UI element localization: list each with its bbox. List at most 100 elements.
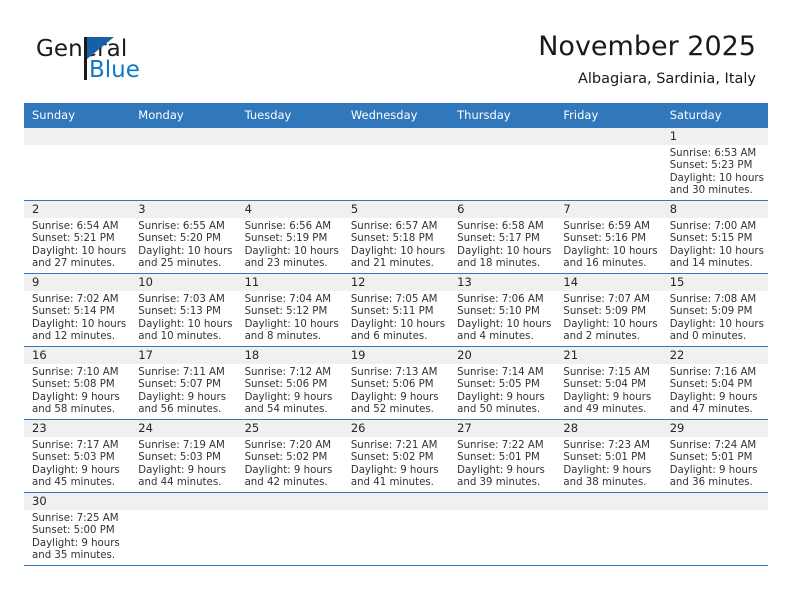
sunrise-text: Sunrise: 6:57 AM: [350, 221, 438, 232]
calendar-empty-cell: [555, 492, 662, 566]
calendar-day-cell[interactable]: 26 Sunrise: 7:21 AM Sunset: 5:02 PM Dayligh…: [342, 419, 450, 493]
sunset-text: Sunset: 5:20 PM: [138, 233, 221, 245]
sunrise-text: Sunrise: 7:15 AM: [563, 367, 650, 378]
calendar-day-cell[interactable]: 5 Sunrise: 6:57 AM Sunset: 5:18 PM Daylight…: [342, 200, 450, 274]
day-details: Sunrise: 7:10 AM Sunset: 5:08 PM Daylight:…: [24, 364, 130, 417]
sunrise-text: Sunrise: 7:25 AM: [32, 513, 119, 524]
daylight-text-line1: Daylight: 9 hours: [244, 391, 333, 403]
daylight-text-line2: and 38 minutes.: [563, 477, 647, 489]
weekday-header-sunday: Sunday: [24, 103, 131, 128]
day-number: 6: [449, 201, 556, 218]
day-details: Sunrise: 6:55 AM Sunset: 5:20 PM Daylight:…: [130, 218, 236, 271]
daylight-text-line2: and 8 minutes.: [244, 331, 322, 343]
day-details: Sunrise: 7:11 AM Sunset: 5:07 PM Daylight:…: [130, 364, 236, 417]
calendar-day-cell[interactable]: 15 Sunrise: 7:08 AM Sunset: 5:09 PM Dayligh…: [661, 273, 768, 347]
calendar-day-cell[interactable]: 18 Sunrise: 7:12 AM Sunset: 5:06 PM Dayligh…: [236, 346, 343, 420]
sunrise-text: Sunrise: 7:05 AM: [350, 294, 438, 305]
day-number: 7: [555, 201, 662, 218]
sunset-text: Sunset: 5:02 PM: [244, 452, 328, 464]
daylight-text-line1: Daylight: 10 hours: [669, 245, 764, 257]
calendar-day-cell[interactable]: 14 Sunrise: 7:07 AM Sunset: 5:09 PM Dayligh…: [555, 273, 662, 347]
sunrise-sunset-calendar: Sunday Monday Tuesday Wednesday Thursday…: [24, 103, 768, 566]
calendar-day-cell[interactable]: 23 Sunrise: 7:17 AM Sunset: 5:03 PM Dayligh…: [24, 419, 131, 493]
day-details: Sunrise: 7:12 AM Sunset: 5:06 PM Daylight:…: [237, 364, 343, 417]
daylight-text-line1: Daylight: 10 hours: [244, 318, 339, 330]
daylight-text-line2: and 27 minutes.: [32, 258, 116, 270]
calendar-day-cell[interactable]: 25 Sunrise: 7:20 AM Sunset: 5:02 PM Dayligh…: [236, 419, 343, 493]
sunrise-text: Sunrise: 7:10 AM: [32, 367, 119, 378]
day-number: 19: [342, 347, 450, 364]
weekday-header-tuesday: Tuesday: [236, 103, 343, 128]
calendar-day-cell[interactable]: 3 Sunrise: 6:55 AM Sunset: 5:20 PM Daylight…: [130, 200, 237, 274]
day-number: 29: [661, 420, 768, 437]
calendar-day-cell[interactable]: 10 Sunrise: 7:03 AM Sunset: 5:13 PM Dayligh…: [130, 273, 237, 347]
calendar-empty-cell: [342, 127, 450, 201]
calendar-day-cell[interactable]: 9 Sunrise: 7:02 AM Sunset: 5:14 PM Daylight…: [24, 273, 131, 347]
calendar-empty-cell: [449, 127, 556, 201]
daylight-text-line2: and 39 minutes.: [457, 477, 541, 489]
calendar-day-cell[interactable]: 21 Sunrise: 7:15 AM Sunset: 5:04 PM Dayligh…: [555, 346, 662, 420]
daylight-text-line1: Daylight: 10 hours: [669, 318, 764, 330]
day-number: 4: [236, 201, 343, 218]
daylight-text-line1: Daylight: 9 hours: [457, 464, 545, 476]
calendar-empty-cell: [130, 492, 237, 566]
calendar-day-cell[interactable]: 13 Sunrise: 7:06 AM Sunset: 5:10 PM Dayligh…: [449, 273, 556, 347]
calendar-day-cell[interactable]: 1 Sunrise: 6:53 AM Sunset: 5:23 PM Daylight…: [661, 127, 768, 201]
page-subtitle: Albagiara, Sardinia, Italy: [577, 71, 756, 87]
calendar-week-row: 2 Sunrise: 6:54 AM Sunset: 5:21 PM Daylight…: [24, 200, 768, 274]
daylight-text-line1: Daylight: 9 hours: [669, 464, 758, 476]
calendar-day-cell[interactable]: 22 Sunrise: 7:16 AM Sunset: 5:04 PM Dayligh…: [661, 346, 768, 420]
daylight-text-line2: and 44 minutes.: [138, 477, 222, 489]
day-details: Sunrise: 6:53 AM Sunset: 5:23 PM Daylight:…: [662, 145, 768, 198]
general-blue-logo[interactable]: General Blue: [36, 36, 226, 88]
calendar-day-cell[interactable]: 12 Sunrise: 7:05 AM Sunset: 5:11 PM Dayligh…: [342, 273, 450, 347]
sunrise-text: Sunrise: 6:59 AM: [563, 221, 650, 232]
day-number: 17: [130, 347, 237, 364]
calendar-day-cell[interactable]: 28 Sunrise: 7:23 AM Sunset: 5:01 PM Dayligh…: [555, 419, 662, 493]
daylight-text-line1: Daylight: 10 hours: [457, 245, 552, 257]
daylight-text-line2: and 45 minutes.: [32, 477, 116, 489]
calendar-day-cell[interactable]: 19 Sunrise: 7:13 AM Sunset: 5:06 PM Dayligh…: [342, 346, 450, 420]
day-details: Sunrise: 7:19 AM Sunset: 5:03 PM Daylight:…: [130, 437, 236, 490]
sunset-text: Sunset: 5:12 PM: [244, 306, 328, 318]
day-number: 10: [130, 274, 237, 291]
calendar-empty-cell: [449, 492, 556, 566]
day-number: 23: [24, 420, 131, 437]
sunset-text: Sunset: 5:00 PM: [32, 525, 115, 537]
day-number: 1: [661, 128, 768, 145]
sunset-text: Sunset: 5:15 PM: [669, 233, 753, 245]
calendar-day-cell[interactable]: 20 Sunrise: 7:14 AM Sunset: 5:05 PM Dayligh…: [449, 346, 556, 420]
calendar-day-cell[interactable]: 24 Sunrise: 7:19 AM Sunset: 5:03 PM Dayligh…: [130, 419, 237, 493]
calendar-day-cell[interactable]: 17 Sunrise: 7:11 AM Sunset: 5:07 PM Dayligh…: [130, 346, 237, 420]
calendar-day-cell[interactable]: 16 Sunrise: 7:10 AM Sunset: 5:08 PM Dayligh…: [24, 346, 131, 420]
daylight-text-line2: and 18 minutes.: [457, 258, 541, 270]
day-details: Sunrise: 7:07 AM Sunset: 5:09 PM Daylight:…: [555, 291, 661, 344]
sunset-text: Sunset: 5:03 PM: [138, 452, 221, 464]
logo-text-blue: Blue: [89, 57, 140, 83]
calendar-day-cell[interactable]: 30 Sunrise: 7:25 AM Sunset: 5:00 PM Dayligh…: [24, 492, 131, 566]
daylight-text-line2: and 10 minutes.: [138, 331, 222, 343]
sunset-text: Sunset: 5:04 PM: [669, 379, 753, 391]
sunrise-text: Sunrise: 6:56 AM: [244, 221, 332, 232]
day-details: Sunrise: 7:06 AM Sunset: 5:10 PM Daylight:…: [449, 291, 555, 344]
calendar-day-cell[interactable]: 4 Sunrise: 6:56 AM Sunset: 5:19 PM Daylight…: [236, 200, 343, 274]
calendar-day-cell[interactable]: 2 Sunrise: 6:54 AM Sunset: 5:21 PM Daylight…: [24, 200, 131, 274]
sunset-text: Sunset: 5:11 PM: [350, 306, 434, 318]
calendar-day-cell[interactable]: 7 Sunrise: 6:59 AM Sunset: 5:16 PM Daylight…: [555, 200, 662, 274]
calendar-day-cell[interactable]: 11 Sunrise: 7:04 AM Sunset: 5:12 PM Dayligh…: [236, 273, 343, 347]
calendar-day-cell[interactable]: 8 Sunrise: 7:00 AM Sunset: 5:15 PM Daylight…: [661, 200, 768, 274]
day-number-band: [130, 128, 237, 145]
daylight-text-line1: Daylight: 10 hours: [563, 318, 658, 330]
sunset-text: Sunset: 5:01 PM: [563, 452, 647, 464]
day-details: Sunrise: 6:54 AM Sunset: 5:21 PM Daylight:…: [24, 218, 130, 271]
daylight-text-line1: Daylight: 10 hours: [563, 245, 658, 257]
daylight-text-line1: Daylight: 9 hours: [32, 537, 120, 549]
day-details: Sunrise: 7:14 AM Sunset: 5:05 PM Daylight:…: [449, 364, 555, 417]
page-header: General Blue November 2025 Albagiara, Sa…: [0, 0, 792, 100]
day-details: Sunrise: 7:21 AM Sunset: 5:02 PM Daylight:…: [343, 437, 449, 490]
calendar-day-cell[interactable]: 6 Sunrise: 6:58 AM Sunset: 5:17 PM Daylight…: [449, 200, 556, 274]
calendar-day-cell[interactable]: 27 Sunrise: 7:22 AM Sunset: 5:01 PM Dayligh…: [449, 419, 556, 493]
calendar-day-cell[interactable]: 29 Sunrise: 7:24 AM Sunset: 5:01 PM Dayligh…: [661, 419, 768, 493]
sunrise-text: Sunrise: 7:03 AM: [138, 294, 225, 305]
daylight-text-line2: and 4 minutes.: [457, 331, 534, 343]
